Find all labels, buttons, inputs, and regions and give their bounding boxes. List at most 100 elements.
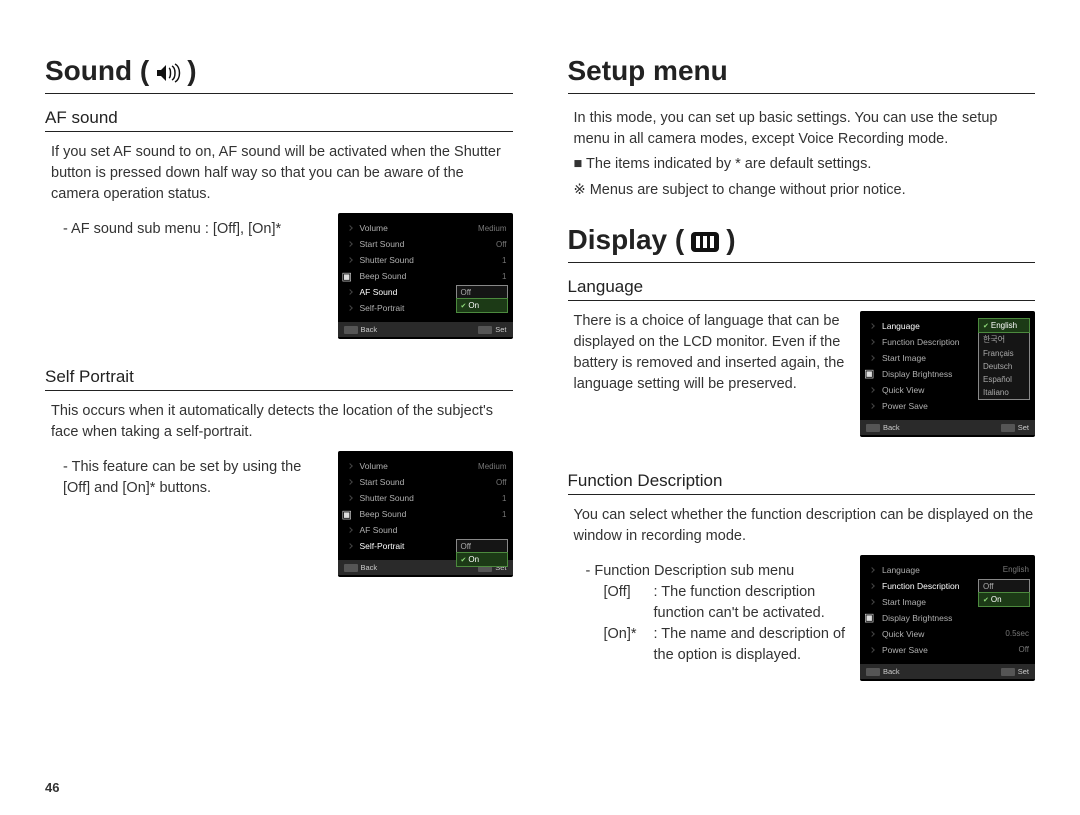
lcd-row-label: Power Save — [882, 645, 1018, 655]
lcd-row-label: Volume — [360, 461, 479, 471]
lcd-options-popup: English한국어FrançaisDeutschEspañolItaliano — [978, 318, 1030, 400]
af-sound-title: AF sound — [45, 108, 513, 132]
fd-option-on: [On]* : The name and description of the … — [604, 624, 847, 666]
self-portrait-body: This occurs when it automatically detect… — [51, 401, 513, 443]
fd-option-off: [Off] : The function description functio… — [604, 582, 847, 624]
lcd-row: Quick View0.5sec — [860, 626, 1035, 642]
language-body: There is a choice of language that can b… — [574, 311, 847, 395]
lcd-row-value: Off — [496, 240, 507, 249]
display-heading-text: Display ( — [568, 224, 685, 256]
lcd-row: LanguageEnglish — [860, 562, 1035, 578]
lcd-row-label: Power Save — [882, 401, 1029, 411]
lcd-row: Power SaveOff — [860, 642, 1035, 658]
lcd-row: VolumeMedium — [338, 220, 513, 236]
lcd-option: Deutsch — [979, 360, 1029, 373]
lcd-row-label: Quick View — [882, 629, 1005, 639]
lcd-row-value: 1 — [502, 256, 506, 265]
lcd-row: Start SoundOff — [338, 474, 513, 490]
display-heading: Display ( ) — [568, 224, 1036, 263]
sound-heading-text: Sound ( — [45, 55, 149, 87]
setup-bullet-2: ※ Menus are subject to change without pr… — [574, 180, 1036, 202]
display-icon — [690, 231, 720, 253]
lcd-footer: Back Set — [338, 322, 513, 337]
lcd-option: 한국어 — [979, 332, 1029, 347]
right-column: Setup menu In this mode, you can set up … — [568, 55, 1036, 795]
lcd-side-icon: ▣ — [864, 611, 874, 624]
lcd-row-label: Beep Sound — [360, 271, 503, 281]
lcd-option: Français — [979, 347, 1029, 360]
sound-heading-close: ) — [187, 55, 196, 87]
lcd-row-label: Language — [882, 565, 1003, 575]
lcd-row: Start SoundOff — [338, 236, 513, 252]
lcd-row-value: 0.5sec — [1005, 629, 1029, 638]
lcd-row-label: AF Sound — [360, 525, 507, 535]
bullet-square-icon: ■ — [574, 156, 587, 172]
fd-submenu: - Function Description sub menu — [586, 561, 847, 582]
lcd-options-popup: OffOn — [456, 539, 508, 567]
lcd-option: English — [978, 318, 1030, 333]
lcd-back-label: Back — [866, 423, 900, 432]
lcd-row-label: Beep Sound — [360, 509, 503, 519]
left-column: Sound ( ) AF sound If you set AF sound t… — [45, 55, 513, 795]
page-number: 46 — [45, 780, 59, 795]
lcd-row: Power Save — [860, 398, 1035, 414]
sound-icon — [155, 62, 181, 84]
lcd-set-label: Set — [1001, 667, 1029, 676]
lcd-row-label: Start Sound — [360, 477, 496, 487]
sound-heading: Sound ( ) — [45, 55, 513, 94]
lcd-row-label: Volume — [360, 223, 479, 233]
lcd-row-value: 1 — [502, 494, 506, 503]
language-lcd: LanguageFunction DescriptionStart Image▣… — [860, 311, 1035, 437]
setup-bullet-1: ■ The items indicated by * are default s… — [574, 154, 1036, 176]
lcd-row: ▣ Beep Sound1 — [338, 268, 513, 284]
lcd-row: AF Sound — [338, 522, 513, 538]
lcd-row: VolumeMedium — [338, 458, 513, 474]
fd-on-text: : The name and description of the option… — [654, 624, 847, 666]
lcd-row-label: Shutter Sound — [360, 255, 503, 265]
lcd-option: On — [456, 552, 508, 567]
display-heading-close: ) — [726, 224, 735, 256]
setup-bullet-1-text: The items indicated by * are default set… — [586, 156, 871, 172]
lcd-options-popup: OffOn — [978, 579, 1030, 607]
lcd-side-icon: ▣ — [342, 508, 352, 521]
lcd-option: Español — [979, 373, 1029, 386]
lcd-side-icon: ▣ — [864, 367, 874, 380]
lcd-row-value: Off — [1018, 645, 1029, 654]
reference-mark-icon: ※ — [574, 182, 590, 198]
lcd-row: ▣ Beep Sound1 — [338, 506, 513, 522]
lcd-row-label: Start Sound — [360, 239, 496, 249]
lcd-option: Italiano — [979, 386, 1029, 399]
lcd-row-value: Medium — [478, 462, 506, 471]
fd-off-text: : The function description function can'… — [654, 582, 847, 624]
setup-body: In this mode, you can set up basic setti… — [574, 108, 1036, 150]
lcd-back-label: Back — [344, 325, 378, 334]
lcd-option: On — [456, 298, 508, 313]
function-description-title: Function Description — [568, 471, 1036, 495]
function-description-lcd: LanguageEnglishFunction DescriptionStart… — [860, 555, 1035, 681]
lcd-side-icon: ▣ — [342, 270, 352, 283]
self-portrait-lcd: VolumeMediumStart SoundOffShutter Sound1… — [338, 451, 513, 577]
lcd-option: On — [978, 592, 1030, 607]
lcd-row-label: Display Brightness — [882, 613, 1029, 623]
lcd-row-value: 1 — [502, 510, 506, 519]
lcd-row-value: 1 — [502, 272, 506, 281]
self-portrait-submenu: - This feature can be set by using the [… — [63, 457, 324, 499]
lcd-back-label: Back — [866, 667, 900, 676]
lcd-row-value: Off — [496, 478, 507, 487]
self-portrait-title: Self Portrait — [45, 367, 513, 391]
lcd-footer: Back Set — [860, 664, 1035, 679]
lcd-row-value: English — [1003, 565, 1029, 574]
af-sound-submenu: - AF sound sub menu : [Off], [On]* — [63, 219, 324, 240]
fd-off-label: [Off] — [604, 582, 654, 624]
lcd-row: Shutter Sound1 — [338, 490, 513, 506]
lcd-set-label: Set — [478, 325, 506, 334]
function-description-body: You can select whether the function desc… — [574, 505, 1036, 547]
setup-bullet-2-text: Menus are subject to change without prio… — [590, 182, 906, 198]
language-title: Language — [568, 277, 1036, 301]
af-sound-lcd: VolumeMediumStart SoundOffShutter Sound1… — [338, 213, 513, 339]
af-sound-body: If you set AF sound to on, AF sound will… — [51, 142, 513, 205]
lcd-row-label: Shutter Sound — [360, 493, 503, 503]
lcd-row-value: Medium — [478, 224, 506, 233]
lcd-options-popup: OffOn — [456, 285, 508, 313]
lcd-set-label: Set — [1001, 423, 1029, 432]
